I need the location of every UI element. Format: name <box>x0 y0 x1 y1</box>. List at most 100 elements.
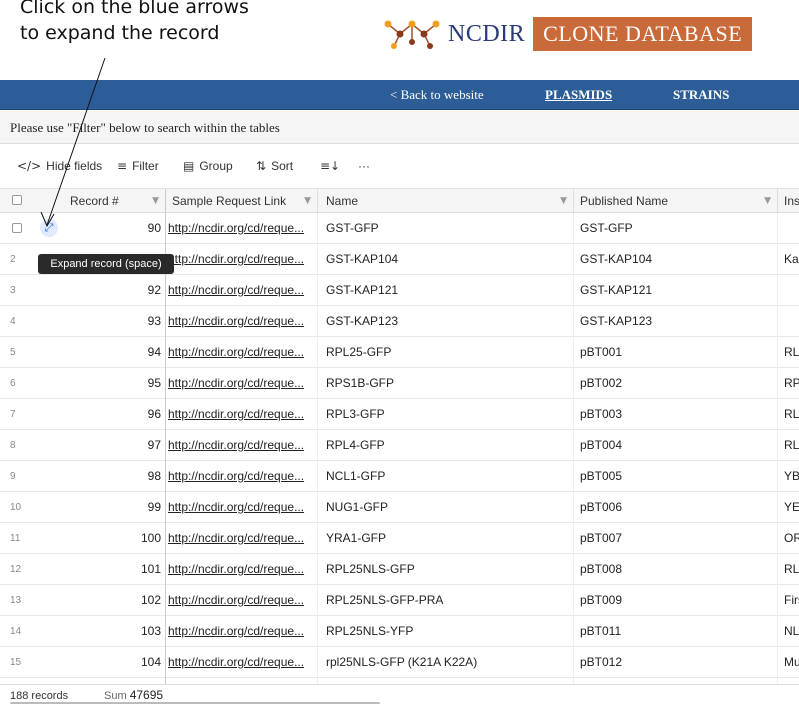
published-name-cell[interactable]: pBT004 <box>574 430 778 461</box>
published-name-cell[interactable]: pBT003 <box>574 399 778 430</box>
table-row[interactable]: 13 102 http://ncdir.org/cd/reque... RPL25NL… <box>0 585 799 616</box>
sample-request-link[interactable]: http://ncdir.org/cd/reque... <box>166 523 318 554</box>
strains-link[interactable]: STRAINS <box>673 87 729 103</box>
table-row[interactable]: 11 100 http://ncdir.org/cd/reque... YRA1-GF… <box>0 523 799 554</box>
record-number-cell[interactable]: 97 <box>40 430 166 461</box>
published-name-cell[interactable]: pBT002 <box>574 368 778 399</box>
table-row[interactable]: 8 97 http://ncdir.org/cd/reque... RPL4-GFP p… <box>0 430 799 461</box>
name-cell[interactable]: NUG1-GFP <box>318 492 574 523</box>
record-number-cell[interactable]: 100 <box>40 523 166 554</box>
row-height-button[interactable]: ≡↓ <box>320 159 345 173</box>
select-all-checkbox[interactable] <box>12 195 22 205</box>
published-name-cell[interactable]: GST-GFP <box>574 213 778 244</box>
ins-cell[interactable]: Mu <box>778 647 799 678</box>
row-checkbox[interactable] <box>12 223 22 233</box>
ins-cell[interactable]: NL <box>778 616 799 647</box>
ins-cell[interactable]: RL <box>778 430 799 461</box>
ins-cell[interactable]: RL <box>778 337 799 368</box>
published-name-cell[interactable]: pBT001 <box>574 337 778 368</box>
published-name-cell[interactable]: GST-KAP123 <box>574 306 778 337</box>
name-cell[interactable]: YRA1-GFP <box>318 523 574 554</box>
sample-request-link[interactable]: http://ncdir.org/cd/reque... <box>166 275 318 306</box>
ins-cell[interactable]: RP <box>778 368 799 399</box>
sample-request-link[interactable]: http://ncdir.org/cd/reque... <box>166 213 318 244</box>
table-row[interactable]: 6 95 http://ncdir.org/cd/reque... RPS1B-GFP… <box>0 368 799 399</box>
ins-cell[interactable]: RL <box>778 399 799 430</box>
group-button[interactable]: ▤ Group <box>183 159 233 173</box>
sample-request-link[interactable]: http://ncdir.org/cd/reque... <box>166 554 318 585</box>
sample-request-link[interactable]: http://ncdir.org/cd/reque... <box>166 647 318 678</box>
published-name-cell[interactable]: pBT012 <box>574 647 778 678</box>
more-options-button[interactable]: ··· <box>358 159 370 173</box>
back-to-website-link[interactable]: < Back to website <box>390 87 484 103</box>
record-number-cell[interactable]: 93 <box>40 306 166 337</box>
record-number-cell[interactable]: 98 <box>40 461 166 492</box>
name-cell[interactable]: RPL25NLS-GFP-PRA <box>318 585 574 616</box>
record-number-cell[interactable]: 102 <box>40 585 166 616</box>
name-cell[interactable]: RPL3-GFP <box>318 399 574 430</box>
ins-cell[interactable]: Firs <box>778 585 799 616</box>
name-cell[interactable]: GST-GFP <box>318 213 574 244</box>
published-name-cell[interactable]: pBT011 <box>574 616 778 647</box>
sample-request-link[interactable]: http://ncdir.org/cd/reque... <box>166 616 318 647</box>
chevron-down-icon[interactable]: ▼ <box>152 189 159 213</box>
sample-request-link[interactable]: http://ncdir.org/cd/reque... <box>166 461 318 492</box>
table-row[interactable]: 5 94 http://ncdir.org/cd/reque... RPL25-GFP… <box>0 337 799 368</box>
column-header-published[interactable]: Published Name ▼ <box>574 189 778 213</box>
table-row[interactable]: 15 104 http://ncdir.org/cd/reque... rpl25NL… <box>0 647 799 678</box>
name-cell[interactable]: RPL25NLS-GFP <box>318 554 574 585</box>
hide-fields-button[interactable]: </> Hide fields <box>17 159 102 173</box>
table-row[interactable]: 7 96 http://ncdir.org/cd/reque... RPL3-GFP p… <box>0 399 799 430</box>
table-row[interactable]: 10 99 http://ncdir.org/cd/reque... NUG1-GFP… <box>0 492 799 523</box>
sample-request-link[interactable]: http://ncdir.org/cd/reque... <box>166 244 318 275</box>
select-all-cell[interactable] <box>0 189 40 213</box>
name-cell[interactable]: RPL25-GFP <box>318 337 574 368</box>
record-number-cell[interactable]: 94 <box>40 337 166 368</box>
table-row[interactable]: 14 103 http://ncdir.org/cd/reque... RPL25NL… <box>0 616 799 647</box>
record-number-cell[interactable]: 96 <box>40 399 166 430</box>
sample-request-link[interactable]: http://ncdir.org/cd/reque... <box>166 337 318 368</box>
column-header-link[interactable]: Sample Request Link ▼ <box>166 189 318 213</box>
ins-cell[interactable] <box>778 306 799 337</box>
published-name-cell[interactable]: GST-KAP104 <box>574 244 778 275</box>
name-cell[interactable]: GST-KAP121 <box>318 275 574 306</box>
sort-button[interactable]: ⇅ Sort <box>256 159 293 173</box>
table-row[interactable]: 4 93 http://ncdir.org/cd/reque... GST-KAP12… <box>0 306 799 337</box>
column-header-ins[interactable]: Ins <box>778 189 799 213</box>
filter-button[interactable]: ≡ Filter <box>117 159 159 173</box>
record-number-cell[interactable]: 90 <box>40 213 166 244</box>
published-name-cell[interactable]: pBT006 <box>574 492 778 523</box>
sample-request-link[interactable]: http://ncdir.org/cd/reque... <box>166 430 318 461</box>
table-row[interactable]: 12 101 http://ncdir.org/cd/reque... RPL25NL… <box>0 554 799 585</box>
sample-request-link[interactable]: http://ncdir.org/cd/reque... <box>166 306 318 337</box>
ins-cell[interactable]: YE <box>778 492 799 523</box>
sample-request-link[interactable]: http://ncdir.org/cd/reque... <box>166 585 318 616</box>
name-cell[interactable]: RPL25NLS-YFP <box>318 616 574 647</box>
record-number-cell[interactable]: 104 <box>40 647 166 678</box>
summary-sum[interactable]: Sum 47695 <box>104 688 163 702</box>
column-header-record[interactable]: Record # ▼ <box>40 189 166 213</box>
published-name-cell[interactable]: pBT005 <box>574 461 778 492</box>
record-number-cell[interactable]: 101 <box>40 554 166 585</box>
sample-request-link[interactable]: http://ncdir.org/cd/reque... <box>166 492 318 523</box>
name-cell[interactable]: NCL1-GFP <box>318 461 574 492</box>
chevron-down-icon[interactable]: ▼ <box>304 189 311 213</box>
published-name-cell[interactable]: pBT009 <box>574 585 778 616</box>
name-cell[interactable]: rpl25NLS-GFP (K21A K22A) <box>318 647 574 678</box>
name-cell[interactable]: RPL4-GFP <box>318 430 574 461</box>
table-row[interactable]: 90 http://ncdir.org/cd/reque... GST-GFP GST… <box>0 213 799 244</box>
published-name-cell[interactable]: pBT007 <box>574 523 778 554</box>
name-cell[interactable]: RPS1B-GFP <box>318 368 574 399</box>
name-cell[interactable]: GST-KAP123 <box>318 306 574 337</box>
table-row[interactable]: 3 92 http://ncdir.org/cd/reque... GST-KAP12… <box>0 275 799 306</box>
plasmids-link[interactable]: PLASMIDS <box>545 87 612 103</box>
ins-cell[interactable]: RL <box>778 554 799 585</box>
ins-cell[interactable]: YB <box>778 461 799 492</box>
record-number-cell[interactable]: 103 <box>40 616 166 647</box>
chevron-down-icon[interactable]: ▼ <box>560 189 567 213</box>
record-number-cell[interactable]: 92 <box>40 275 166 306</box>
chevron-down-icon[interactable]: ▼ <box>764 189 771 213</box>
ins-cell[interactable] <box>778 275 799 306</box>
ins-cell[interactable] <box>778 213 799 244</box>
expand-record-icon[interactable]: ⤢ <box>40 219 58 237</box>
